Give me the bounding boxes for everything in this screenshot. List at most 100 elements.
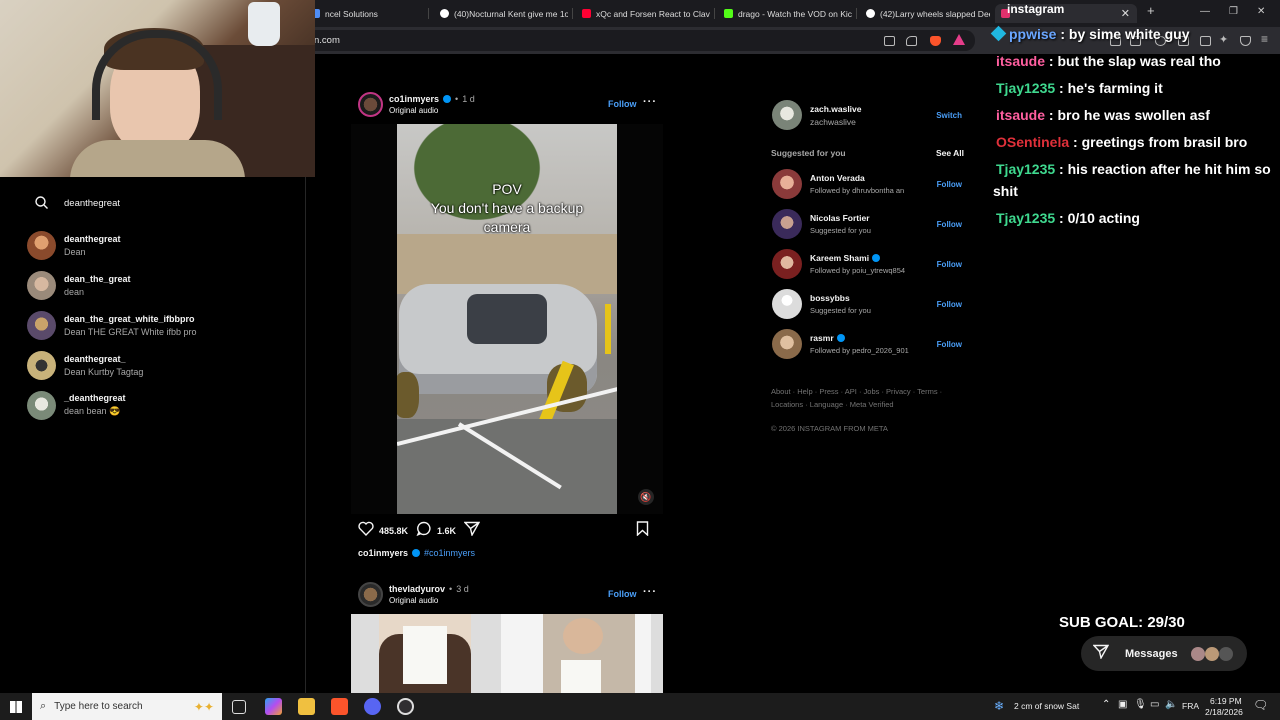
suggestion-username[interactable]: Anton Verada: [810, 173, 930, 183]
chat-username: ppwise: [1009, 26, 1057, 42]
like-heart-icon[interactable]: [358, 521, 374, 541]
task-view-icon[interactable]: [232, 700, 246, 714]
window-close-icon[interactable]: ✕: [1257, 6, 1265, 17]
video-tree: [397, 124, 557, 234]
brave-browser-icon[interactable]: [331, 698, 348, 715]
avatar[interactable]: [772, 169, 802, 199]
microphone-icon[interactable]: 🎙: [1134, 699, 1147, 710]
share-send-icon[interactable]: [463, 521, 481, 541]
volume-icon[interactable]: 🔈: [1165, 699, 1177, 710]
follow-button[interactable]: Follow: [937, 220, 962, 229]
footer-links[interactable]: About · Help · Press · API · Jobs · Priv…: [771, 387, 942, 396]
comment-icon[interactable]: [416, 521, 432, 541]
account-username[interactable]: zach.waslive: [810, 104, 930, 114]
video-paper: [561, 660, 601, 693]
default-avatar-icon[interactable]: [772, 289, 802, 319]
search-input[interactable]: [64, 197, 264, 209]
browser-tab[interactable]: ncel Solutions: [305, 4, 423, 23]
like-count[interactable]: 485.8K: [379, 526, 408, 536]
avatar[interactable]: [358, 92, 383, 117]
browser-tab[interactable]: (40)Nocturnal Kent give me 1o: [434, 4, 568, 23]
reel-video[interactable]: POV You don't have a backup camera 🔇: [351, 124, 663, 514]
footer-links[interactable]: Locations · Language · Meta Verified: [771, 400, 894, 409]
suggested-header: Suggested for you See All: [771, 148, 964, 158]
share-icon[interactable]: [906, 36, 917, 46]
windows-taskbar: ⌕ Type here to search ✦✦ ❄ 2 cm of snow …: [0, 693, 1280, 720]
follow-button[interactable]: Follow: [608, 589, 637, 599]
maximize-icon[interactable]: ❐: [1229, 6, 1238, 17]
file-explorer-icon[interactable]: [298, 698, 315, 715]
switch-account-button[interactable]: Switch: [936, 111, 962, 120]
ai-sparkle-icon[interactable]: ✦: [1219, 33, 1228, 46]
wallet-icon-2[interactable]: [1200, 36, 1211, 46]
post-username[interactable]: co1inmyers: [389, 94, 439, 104]
suggestion-username[interactable]: bossybbs: [810, 293, 930, 303]
more-options-icon[interactable]: ···: [643, 96, 657, 108]
post-username[interactable]: thevladyurov: [389, 584, 445, 594]
browser-tab[interactable]: (42)Larry wheels slapped Deen: [860, 4, 990, 23]
muted-audio-icon[interactable]: 🔇: [638, 489, 654, 505]
obs-icon[interactable]: [397, 698, 414, 715]
webcam-overlay: [0, 0, 315, 177]
browser-tab-active[interactable]: instagram ✕: [995, 4, 1137, 23]
search-result[interactable]: deanthegreat_ Dean Kurtby Tagtag: [27, 348, 287, 382]
caption-username[interactable]: co1inmyers: [358, 548, 408, 558]
weather-text[interactable]: 2 cm of snow Sat: [1014, 701, 1079, 711]
suggestion-username[interactable]: rasmr: [810, 333, 834, 343]
brave-rewards-icon[interactable]: [953, 34, 965, 45]
avatar[interactable]: [772, 209, 802, 239]
avatar[interactable]: [358, 582, 383, 607]
caption-hashtag[interactable]: #co1inmyers: [424, 548, 475, 558]
browser-tab[interactable]: xQc and Forsen React to Clavic: [576, 4, 710, 23]
browser-tab[interactable]: drago - Watch the VOD on Kick: [718, 4, 852, 23]
search-result[interactable]: deanthegreat Dean: [27, 228, 287, 262]
tray-chevron-icon[interactable]: ⌃: [1102, 699, 1110, 710]
follow-button[interactable]: Follow: [937, 300, 962, 309]
notification-icon[interactable]: 🗨: [1253, 698, 1268, 712]
minimize-icon[interactable]: —: [1200, 6, 1210, 17]
search-row[interactable]: [27, 192, 287, 214]
messages-button[interactable]: Messages: [1081, 636, 1247, 671]
new-tab-icon[interactable]: +: [1147, 3, 1155, 18]
discord-icon[interactable]: [364, 698, 381, 715]
follow-button[interactable]: Follow: [937, 340, 962, 349]
close-icon[interactable]: ✕: [1121, 7, 1130, 20]
video-caption-line: You don't have a backup: [430, 200, 584, 216]
search-result[interactable]: dean_the_great_white_ifbbpro Dean THE GRE…: [27, 308, 287, 342]
post-audio[interactable]: Original audio: [389, 596, 469, 605]
suggestion-username[interactable]: Kareem Shami: [810, 253, 869, 263]
avatar[interactable]: [772, 329, 802, 359]
vpn-shield-icon[interactable]: [1240, 36, 1251, 46]
tray-app-icon[interactable]: ▣: [1118, 699, 1127, 710]
taskbar-search[interactable]: ⌕ Type here to search ✦✦: [32, 693, 222, 720]
clock-date[interactable]: 2/18/2026: [1205, 707, 1243, 717]
copilot-icon[interactable]: [265, 698, 282, 715]
comment-count[interactable]: 1.6K: [437, 526, 456, 536]
save-bookmark-icon[interactable]: [636, 521, 649, 541]
account-name: zachwaslive: [810, 116, 856, 127]
clock-time[interactable]: 6:19 PM: [1210, 696, 1242, 706]
url-box[interactable]: [300, 30, 975, 51]
tiktok-icon: [440, 9, 449, 18]
see-all-link[interactable]: See All: [936, 148, 964, 158]
follow-button[interactable]: Follow: [937, 180, 962, 189]
search-result[interactable]: dean_the_great dean: [27, 268, 287, 302]
verified-badge-icon: [872, 254, 881, 262]
reel-video[interactable]: [351, 614, 663, 693]
avatar[interactable]: [772, 100, 802, 130]
menu-icon[interactable]: ≡: [1261, 32, 1268, 46]
language-indicator[interactable]: FRA: [1182, 701, 1199, 711]
url-text[interactable]: n.com: [314, 35, 340, 46]
search-result[interactable]: _deanthegreat dean bean 😎: [27, 388, 287, 422]
more-options-icon[interactable]: ···: [643, 586, 657, 598]
suggestion-username[interactable]: Nicolas Fortier: [810, 213, 930, 223]
windows-start-icon[interactable]: [10, 701, 22, 713]
avatar[interactable]: [772, 249, 802, 279]
post-audio[interactable]: Original audio: [389, 106, 475, 115]
avatar: [27, 230, 56, 260]
follow-button[interactable]: Follow: [608, 99, 637, 109]
follow-button[interactable]: Follow: [937, 260, 962, 269]
cast-icon[interactable]: [884, 36, 895, 46]
messages-send-icon: [1092, 644, 1110, 664]
network-icon[interactable]: ▭: [1150, 699, 1159, 710]
